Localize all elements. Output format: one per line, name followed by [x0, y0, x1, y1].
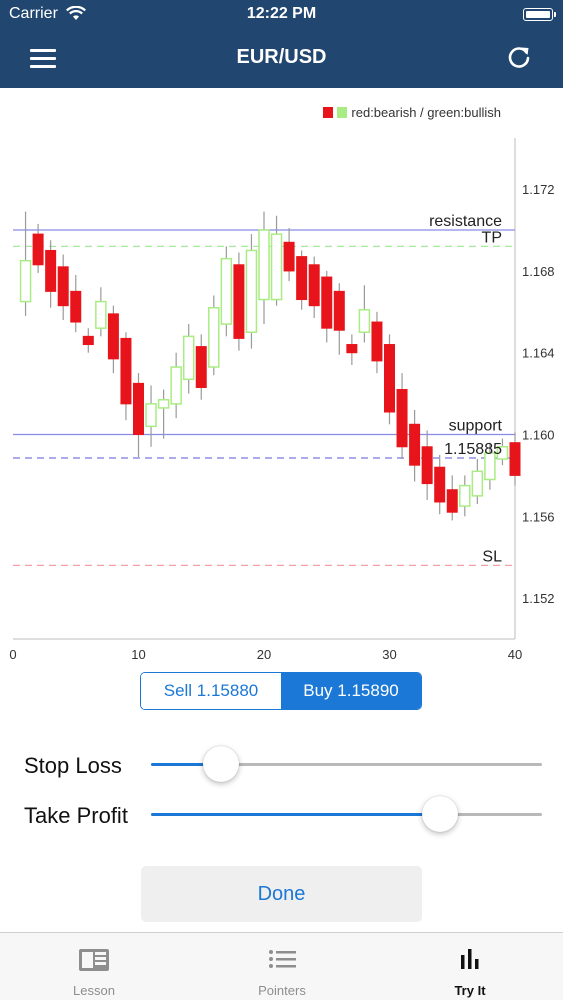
price-chart: resistance TP support 1.15885 SL 1.152 1.156 1.…: [0, 88, 563, 668]
candle-bullish: [358, 309, 371, 334]
candle-bearish: [70, 290, 82, 323]
candlestick-chart: resistanceTP support 1.15885 SL 1.152 1.156 1.…: [9, 138, 555, 662]
candle-bearish: [371, 321, 383, 362]
candle-bullish: [270, 233, 283, 301]
candle-bullish: [471, 470, 484, 497]
done-button[interactable]: Done: [141, 866, 422, 922]
buy-button[interactable]: Buy 1.15890: [281, 673, 421, 709]
navigation-bar: EUR/USD: [0, 30, 563, 88]
x-tick-label: 0: [9, 647, 16, 662]
candle-bearish: [57, 266, 69, 307]
candle-bearish: [45, 249, 57, 292]
candle-bearish: [120, 337, 132, 405]
candle-bearish: [233, 264, 245, 339]
clock: 12:22 PM: [246, 5, 317, 22]
candle-bearish: [32, 233, 44, 266]
x-tick-label: 30: [382, 647, 396, 662]
candle-bearish: [283, 241, 295, 272]
legend-swatch-bearish: [323, 107, 334, 118]
level-label: SL: [482, 548, 502, 565]
tab-bar: Lesson Pointers Try It: [0, 932, 563, 1000]
y-tick-label: 1.172: [522, 182, 555, 197]
candle-bullish: [170, 366, 182, 405]
sell-button[interactable]: Sell 1.15880: [141, 673, 281, 709]
stop-loss-label: Stop Loss: [24, 753, 122, 778]
candle-bullish: [258, 229, 270, 301]
status-bar: Carrier 12:22 PM: [0, 0, 563, 30]
legend-text: red:bearish / green:bullish: [351, 105, 501, 120]
stop-loss-thumb[interactable]: [203, 746, 240, 782]
tab-label: Pointers: [258, 983, 306, 998]
y-tick-label: 1.152: [522, 591, 555, 606]
candle-bearish: [509, 442, 521, 476]
candle-bullish: [182, 335, 195, 381]
candle-bearish: [421, 446, 433, 485]
refresh-icon[interactable]: [505, 44, 533, 72]
tab-label: Lesson: [73, 983, 115, 998]
take-profit-row: Take Profit: [24, 795, 544, 835]
candle-bearish: [195, 346, 207, 388]
level-label: resistance: [429, 213, 502, 230]
y-tick-label: 1.164: [522, 346, 555, 361]
candle-bullish: [459, 484, 471, 507]
stop-loss-row: Stop Loss: [24, 745, 544, 785]
candle-bearish: [133, 382, 144, 436]
level-label: 1.15885: [444, 441, 502, 458]
book-icon: [79, 949, 109, 971]
list-icon: [269, 950, 296, 968]
x-tick-label: 20: [257, 647, 271, 662]
trade-segmented-control: Sell 1.15880 Buy 1.15890: [140, 672, 422, 710]
x-tick-label: 40: [508, 647, 522, 662]
chart-legend: red:bearish / green:bullish: [323, 105, 501, 120]
candle-bearish: [82, 335, 94, 346]
candle-bearish: [446, 489, 458, 513]
candle-bearish: [409, 423, 421, 466]
bar-chart-icon: [461, 949, 479, 969]
take-profit-label: Take Profit: [24, 803, 128, 828]
level-label: TP: [482, 229, 502, 246]
candle-bearish: [296, 256, 308, 301]
y-tick-label: 1.156: [522, 509, 555, 524]
y-tick-label: 1.160: [522, 428, 555, 443]
take-profit-thumb[interactable]: [422, 796, 459, 832]
candle-bearish: [333, 290, 345, 331]
candle-bullish: [245, 249, 258, 334]
candle-bearish: [321, 276, 333, 329]
candle-bearish: [384, 344, 395, 413]
candle-bullish: [208, 306, 220, 368]
candle-bearish: [434, 466, 446, 503]
candle-bullish: [95, 300, 107, 329]
battery-icon: [523, 8, 556, 21]
candle-bearish: [346, 344, 358, 354]
candle-bearish: [308, 264, 320, 307]
legend-swatch-bullish: [337, 107, 348, 118]
candle-bearish: [396, 389, 408, 448]
candle-bullish: [157, 398, 170, 409]
page-title: EUR/USD: [236, 46, 327, 68]
candle-bullish: [19, 259, 32, 303]
tab-try-it[interactable]: Try It: [376, 933, 563, 1001]
candle-bullish: [145, 403, 157, 428]
candle-bearish: [107, 313, 119, 360]
take-profit-fill: [151, 813, 441, 816]
y-tick-label: 1.168: [522, 264, 555, 279]
tab-label: Try It: [454, 983, 486, 998]
tab-lesson[interactable]: Lesson: [0, 933, 188, 1001]
level-label: support: [449, 418, 503, 435]
tab-pointers[interactable]: Pointers: [188, 933, 376, 1001]
x-tick-label: 10: [131, 647, 145, 662]
candle-bullish: [220, 257, 233, 325]
